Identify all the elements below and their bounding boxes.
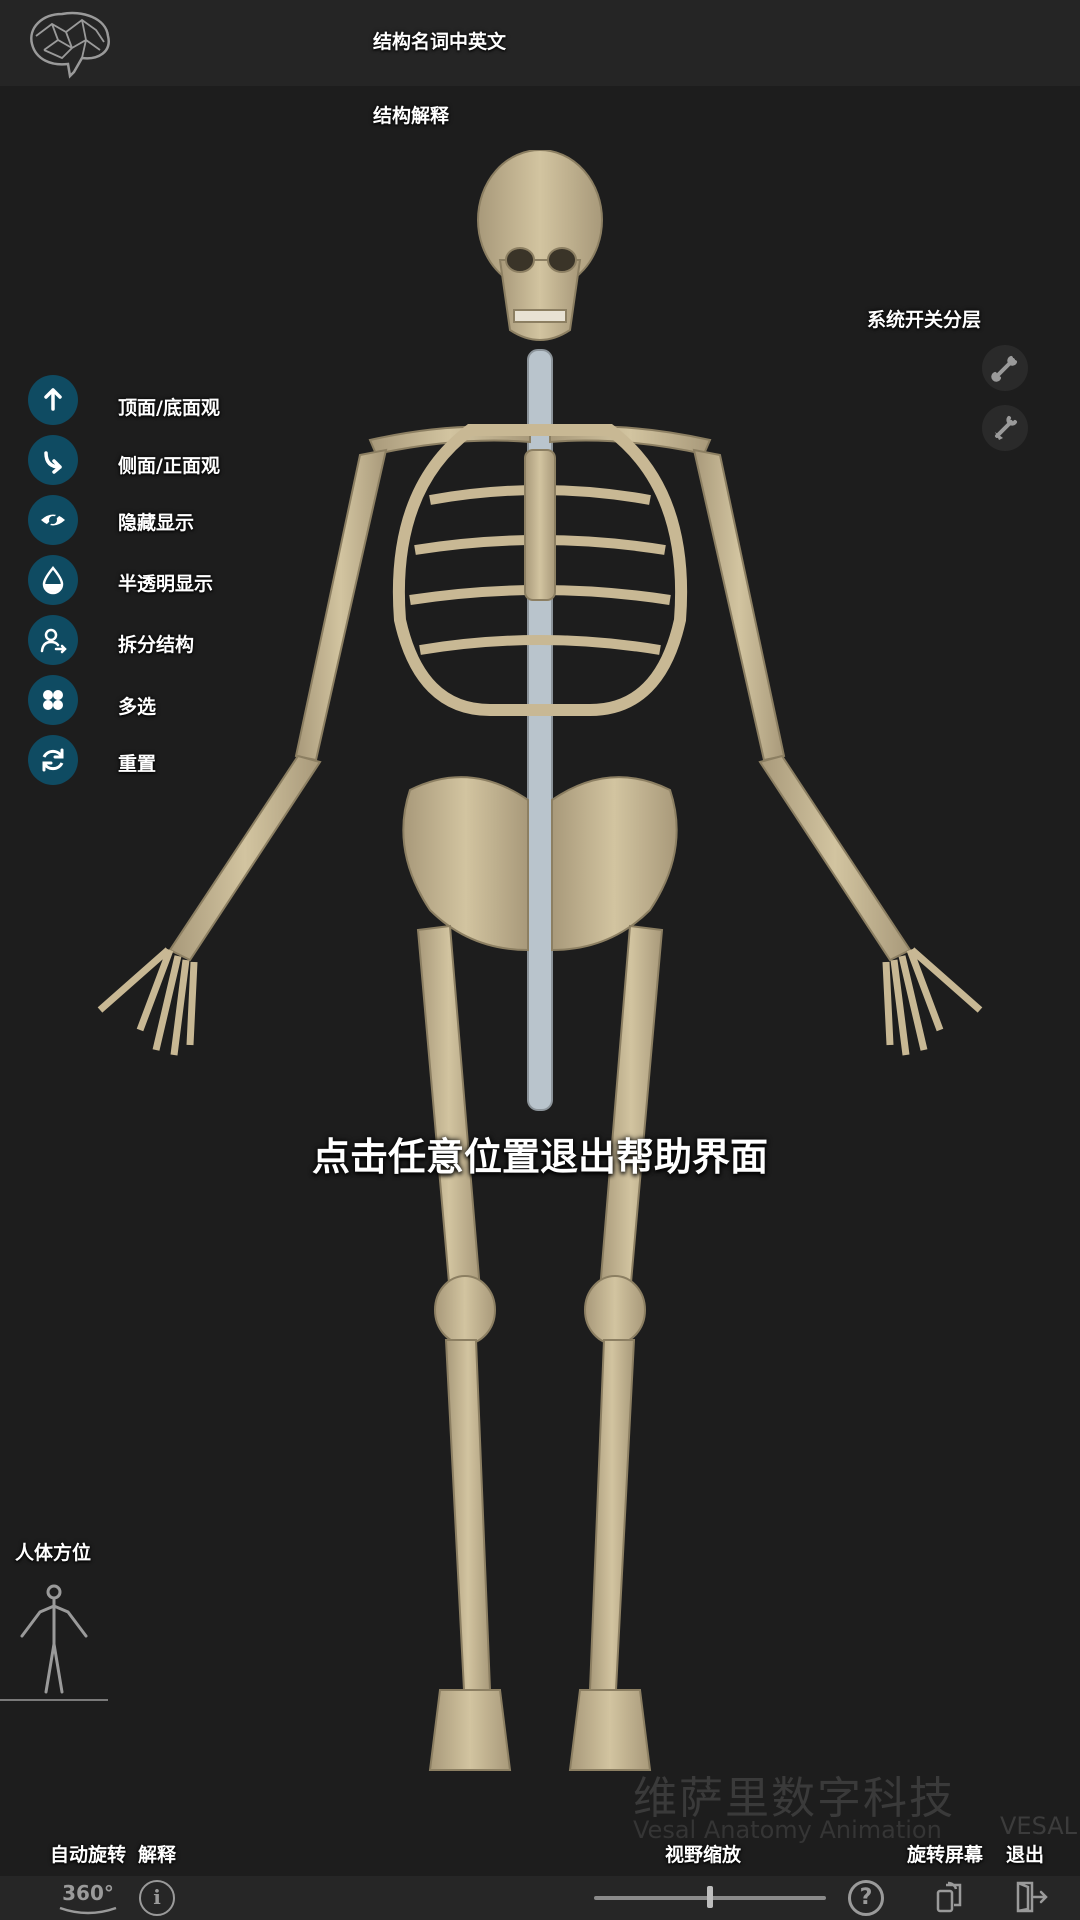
bone-icon[interactable] xyxy=(982,345,1028,391)
split-structure-button[interactable] xyxy=(28,615,78,665)
rotate-screen-label: 旋转屏幕 xyxy=(907,1844,984,1866)
brain-logo-icon[interactable] xyxy=(22,6,114,82)
drop-icon xyxy=(42,566,64,595)
translucent-label: 半透明显示 xyxy=(118,573,214,595)
explain-label: 解释 xyxy=(138,1844,177,1866)
eye-hide-icon xyxy=(41,509,65,531)
reset-label: 重置 xyxy=(118,753,157,775)
rotate-side-icon xyxy=(44,451,62,474)
info-icon[interactable]: i xyxy=(139,1880,175,1916)
help-icon[interactable]: ? xyxy=(848,1880,884,1916)
user-split-icon xyxy=(40,628,67,654)
zoom-slider-handle[interactable] xyxy=(707,1886,713,1908)
structure-explain-label: 结构解释 xyxy=(373,105,450,127)
reset-button[interactable] xyxy=(28,735,78,785)
bone-layer-icon[interactable] xyxy=(982,405,1028,451)
multi-select-icon xyxy=(43,690,63,710)
page-title: 结构名词中英文 xyxy=(373,31,507,53)
hide-show-button[interactable] xyxy=(28,495,78,545)
flip-up-icon xyxy=(44,388,62,411)
multi-select-button[interactable] xyxy=(28,675,78,725)
orientation-label: 人体方位 xyxy=(15,1542,92,1564)
help-exit-text[interactable]: 点击任意位置退出帮助界面 xyxy=(0,1126,1080,1181)
zoom-label: 视野缩放 xyxy=(665,1844,742,1866)
split-structure-label: 拆分结构 xyxy=(118,634,195,656)
rotate-screen-icon[interactable] xyxy=(934,1881,966,1913)
side-front-view-label: 侧面/正面观 xyxy=(118,455,220,477)
body-orientation-figure[interactable] xyxy=(0,1580,110,1704)
exit-icon[interactable] xyxy=(1014,1881,1048,1913)
reset-icon xyxy=(42,748,64,772)
auto-rotate-button[interactable]: 360° xyxy=(56,1880,120,1916)
auto-rotate-label: 自动旋转 xyxy=(50,1844,127,1866)
exit-label: 退出 xyxy=(1006,1844,1045,1866)
translucent-button[interactable] xyxy=(28,555,78,605)
side-front-view-button[interactable] xyxy=(28,435,78,485)
top-bottom-view-label: 顶面/底面观 xyxy=(118,397,220,419)
multi-select-label: 多选 xyxy=(118,696,157,718)
watermark-logo-text: VESAL xyxy=(1000,1812,1078,1840)
top-bottom-view-button[interactable] xyxy=(28,375,78,425)
top-bar xyxy=(0,0,1080,86)
system-layer-label: 系统开关分层 xyxy=(867,309,982,331)
hide-show-label: 隐藏显示 xyxy=(118,512,195,534)
rotate-360-icon: 360° xyxy=(62,1881,114,1905)
